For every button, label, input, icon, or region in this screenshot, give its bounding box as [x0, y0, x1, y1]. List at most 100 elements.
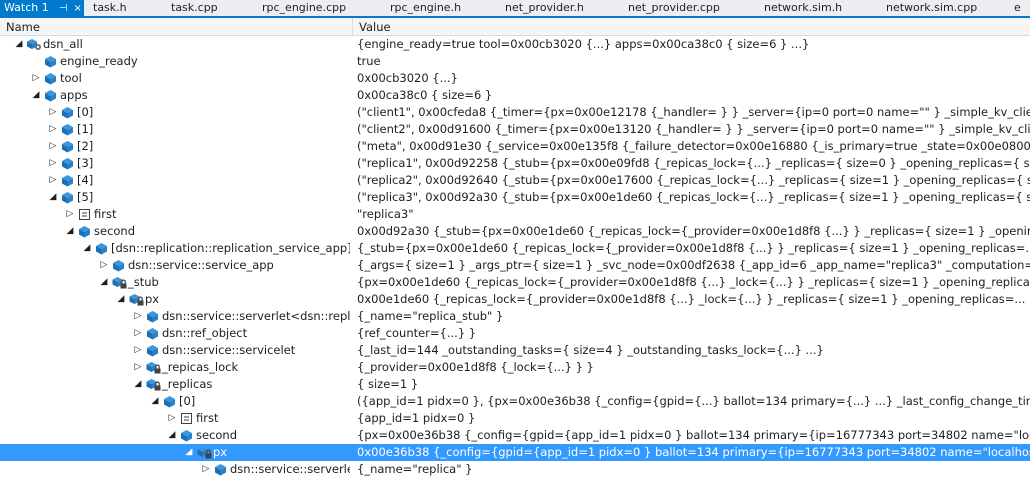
tree-row[interactable]: ▷ [3] ("replica1", 0x00d92258 {_stub={px=0… — [0, 155, 1030, 172]
tree-row[interactable]: ▷ tool 0x00cb3020 {...} — [0, 70, 1030, 87]
tree-row[interactable]: ▷ first {app_id=1 pidx=0 } — [0, 410, 1030, 427]
tree-row[interactable]: ◢ second 0x00d92a30 {_stub={px=0x00e1de60 … — [0, 223, 1030, 240]
tab-task-h[interactable]: task.h — [89, 0, 131, 16]
field-icon — [145, 342, 162, 359]
variable-value[interactable]: {_last_id=144 _outstanding_tasks={ size=… — [357, 342, 1030, 359]
column-header-name[interactable]: Name — [6, 19, 40, 35]
variable-value[interactable]: 0x00cb3020 {...} — [357, 70, 1030, 87]
variable-name: _stub — [128, 275, 159, 289]
variable-value[interactable]: {_args={ size=1 } _args_ptr={ size=1 } _… — [357, 257, 1030, 274]
variable-value[interactable]: {engine_ready=true tool=0x00cb3020 {...}… — [357, 36, 1030, 53]
tree-row[interactable]: ◢ [dsn::replication::replication_service_… — [0, 240, 1030, 257]
variable-value[interactable]: "replica3" — [357, 206, 1030, 223]
variable-value[interactable]: {app_id=1 pidx=0 } — [357, 410, 1030, 427]
expand-arrow-icon[interactable]: ▷ — [199, 461, 213, 478]
expand-arrow-icon[interactable]: ▷ — [165, 410, 179, 427]
tab-rpc-engine-cpp[interactable]: rpc_engine.cpp — [258, 0, 350, 16]
variable-name: dsn::ref_object — [162, 326, 248, 340]
variable-value[interactable]: 0x00ca38c0 { size=6 } — [357, 87, 1030, 104]
tab-rpc-engine-h[interactable]: rpc_engine.h — [386, 0, 465, 16]
expand-arrow-icon[interactable]: ▷ — [97, 257, 111, 274]
expand-arrow-icon[interactable]: ▷ — [131, 308, 145, 325]
tab-network-sim-h[interactable]: network.sim.h — [760, 0, 846, 16]
column-divider[interactable] — [352, 18, 353, 36]
expand-arrow-icon[interactable]: ▷ — [46, 138, 60, 155]
tree-row-selected[interactable]: ◢ px 0x00e36b38 {_config={gpid={app_id=1 p… — [0, 444, 1030, 461]
variable-value[interactable]: { size=1 } — [357, 376, 1030, 393]
variable-name: first — [196, 411, 219, 425]
variable-value[interactable]: {_stub={px=0x00e1de60 {_repicas_lock={_p… — [357, 240, 1030, 257]
collapse-arrow-icon[interactable]: ◢ — [12, 36, 26, 53]
pin-icon[interactable]: ⊣ — [59, 3, 68, 14]
variable-value[interactable]: ("replica2", 0x00d92640 {_stub={px=0x00e… — [357, 172, 1030, 189]
tree-row[interactable]: ▷ _repicas_lock {_provider=0x00e1d8f8 {_lo… — [0, 359, 1030, 376]
tree-row[interactable]: ◢ [0] ({app_id=1 pidx=0 }, {px=0x00e36b38 … — [0, 393, 1030, 410]
column-header-value[interactable]: Value — [359, 19, 391, 35]
variable-value[interactable]: {_name="replica_stub" } — [357, 308, 1030, 325]
tree-row[interactable]: ▷ [1] ("client2", 0x00d91600 {_timer={px=0… — [0, 121, 1030, 138]
tree-row[interactable]: ▷ [2] ("meta", 0x00d91e30 {_service=0x00e1… — [0, 138, 1030, 155]
tree-row[interactable]: ▷ dsn::service::serverlet<dsn::replicati {… — [0, 308, 1030, 325]
tree-row[interactable]: ◢ dsn_all {engine_ready=true tool=0x00cb30… — [0, 36, 1030, 53]
tree-row[interactable]: ▷ dsn::ref_object {ref_counter={...} } — [0, 325, 1030, 342]
variable-value[interactable]: {px=0x00e36b38 {_config={gpid={app_id=1 … — [357, 427, 1030, 444]
variable-value[interactable]: {ref_counter={...} } — [357, 325, 1030, 342]
variable-value[interactable]: ("client1", 0x00cfeda8 {_timer={px=0x00e… — [357, 104, 1030, 121]
variable-name: [4] — [77, 173, 94, 187]
variable-value[interactable]: 0x00d92a30 {_stub={px=0x00e1de60 {_repic… — [357, 223, 1030, 240]
variable-value[interactable]: {px=0x00e1de60 {_repicas_lock={_provider… — [357, 274, 1030, 291]
collapse-arrow-icon[interactable]: ◢ — [165, 427, 179, 444]
variable-value[interactable]: ("replica3", 0x00d92a30 {_stub={px=0x00e… — [357, 189, 1030, 206]
collapse-arrow-icon[interactable]: ◢ — [63, 223, 77, 240]
expand-arrow-icon[interactable]: ▷ — [131, 325, 145, 342]
tab-overflow[interactable]: e — [1010, 0, 1025, 16]
collapse-arrow-icon[interactable]: ◢ — [29, 87, 43, 104]
variable-value[interactable]: ({app_id=1 pidx=0 }, {px=0x00e36b38 {_co… — [357, 393, 1030, 410]
tree-row[interactable]: ◢ apps 0x00ca38c0 { size=6 } — [0, 87, 1030, 104]
expand-arrow-icon[interactable]: ▷ — [46, 121, 60, 138]
collapse-arrow-icon[interactable]: ◢ — [46, 189, 60, 206]
tree-row[interactable]: ▷ [4] ("replica2", 0x00d92640 {_stub={px=0… — [0, 172, 1030, 189]
tab-net-provider-cpp[interactable]: net_provider.cpp — [624, 0, 724, 16]
collapse-arrow-icon[interactable]: ◢ — [114, 291, 128, 308]
tab-task-cpp[interactable]: task.cpp — [167, 0, 222, 16]
tab-net-provider-h[interactable]: net_provider.h — [501, 0, 588, 16]
variable-value[interactable]: 0x00e1de60 {_repicas_lock={_provider=0x0… — [357, 291, 1030, 308]
variable-value[interactable]: true — [357, 53, 1030, 70]
variable-value[interactable]: 0x00e36b38 {_config={gpid={app_id=1 pidx… — [357, 444, 1030, 461]
variable-value[interactable]: ("replica1", 0x00d92258 {_stub={px=0x00e… — [357, 155, 1030, 172]
tree-row[interactable]: ▷ dsn::service::servicelet {_last_id=144 _… — [0, 342, 1030, 359]
tree-row[interactable]: ◢ _stub {px=0x00e1de60 {_repicas_lock={_pr… — [0, 274, 1030, 291]
close-icon[interactable]: × — [73, 3, 81, 14]
collapse-arrow-icon[interactable]: ◢ — [97, 274, 111, 291]
tree-row[interactable]: ▷ [0] ("client1", 0x00cfeda8 {_timer={px=0… — [0, 104, 1030, 121]
expand-arrow-icon[interactable]: ▷ — [29, 70, 43, 87]
variable-value[interactable]: ("client2", 0x00d91600 {_timer={px=0x00e… — [357, 121, 1030, 138]
expand-arrow-icon[interactable]: ▷ — [63, 206, 77, 223]
expand-arrow-icon[interactable]: ▷ — [131, 342, 145, 359]
tree-row[interactable]: ◢ px 0x00e1de60 {_repicas_lock={_provider=… — [0, 291, 1030, 308]
expand-arrow-icon[interactable]: ▷ — [46, 172, 60, 189]
expand-arrow-icon[interactable]: ▷ — [131, 359, 145, 376]
expand-arrow-icon[interactable]: ▷ — [46, 104, 60, 121]
tree-row-name: ◢ _replicas — [131, 376, 350, 393]
expand-arrow-icon[interactable]: ▷ — [46, 155, 60, 172]
tab-watch-1[interactable]: Watch 1 ⊣ × — [0, 0, 84, 16]
variable-value[interactable]: ("meta", 0x00d91e30 {_service=0x00e135f8… — [357, 138, 1030, 155]
tab-network-sim-cpp[interactable]: network.sim.cpp — [882, 0, 981, 16]
tree-row[interactable]: engine_ready true — [0, 53, 1030, 70]
tree-row[interactable]: ▷ dsn::service::service_app {_args={ size=… — [0, 257, 1030, 274]
field-icon — [179, 427, 196, 444]
collapse-arrow-icon[interactable]: ◢ — [80, 240, 94, 257]
tree-row[interactable]: ▷ dsn::service::serverlet< {_name="replica… — [0, 461, 1030, 478]
variable-value[interactable]: {_name="replica" } — [357, 461, 1030, 478]
tree-row[interactable]: ◢ [5] ("replica3", 0x00d92a30 {_stub={px=0… — [0, 189, 1030, 206]
tree-row[interactable]: ◢ _replicas { size=1 } — [0, 376, 1030, 393]
collapse-arrow-icon[interactable]: ◢ — [182, 444, 196, 461]
tree-row[interactable]: ▷ first "replica3" — [0, 206, 1030, 223]
collapse-arrow-icon[interactable]: ◢ — [131, 376, 145, 393]
variable-value[interactable]: {_provider=0x00e1d8f8 {_lock={...} } } — [357, 359, 1030, 376]
tree-row[interactable]: ◢ second {px=0x00e36b38 {_config={gpid={ap… — [0, 427, 1030, 444]
tree-row-name: ▷ [0] — [46, 104, 350, 121]
collapse-arrow-icon[interactable]: ◢ — [148, 393, 162, 410]
